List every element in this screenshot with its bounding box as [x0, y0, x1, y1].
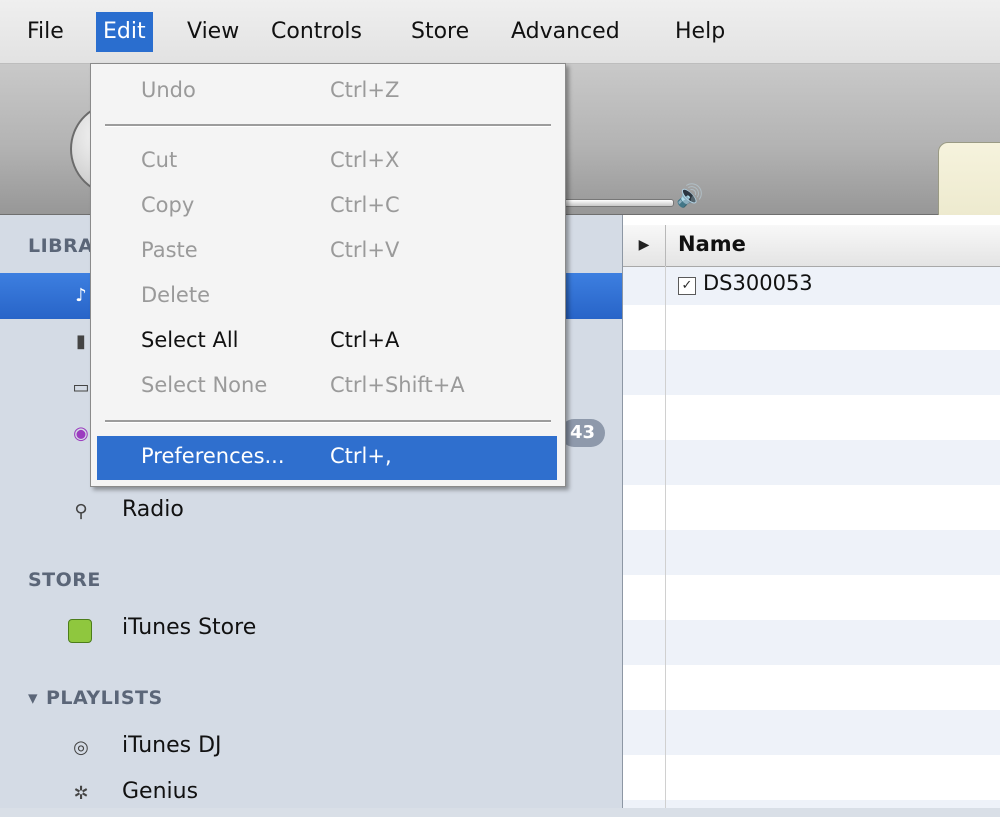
itunes-dj-icon: ◎ — [73, 737, 89, 758]
itunes-dj-label: iTunes DJ — [122, 733, 222, 758]
menu-bar: File Edit View Controls Store Advanced H… — [0, 0, 1000, 64]
menu-advanced[interactable]: Advanced — [504, 12, 627, 52]
edit-menu-dropdown: Undo Ctrl+Z Cut Ctrl+X Copy Ctrl+C Paste… — [90, 63, 566, 487]
genius-atom-icon: ✲ — [73, 783, 89, 804]
menu-file[interactable]: File — [20, 12, 71, 52]
name-column-header[interactable]: Name — [678, 232, 746, 256]
menu-separator — [105, 420, 551, 423]
copy-shortcut: Ctrl+C — [330, 193, 400, 217]
itunes-store-label: iTunes Store — [122, 615, 257, 640]
track-list-header: ▶ Name — [623, 225, 1000, 267]
menu-item-copy[interactable]: Copy Ctrl+C — [97, 185, 557, 229]
column-divider — [665, 266, 666, 808]
sidebar-item-radio[interactable]: ⚲ Radio — [0, 489, 622, 535]
track-checkbox[interactable]: ✓ — [678, 277, 696, 295]
paste-label: Paste — [141, 238, 198, 262]
cut-label: Cut — [141, 148, 178, 172]
store-bag-icon — [68, 619, 92, 643]
menu-store[interactable]: Store — [404, 12, 476, 52]
sidebar-item-itunes-store[interactable]: iTunes Store — [0, 607, 622, 653]
radio-antenna-icon: ⚲ — [74, 501, 88, 522]
speaker-icon: 🔊 — [676, 184, 704, 209]
delete-label: Delete — [141, 283, 210, 307]
track-name: DS300053 — [703, 271, 813, 295]
preferences-shortcut: Ctrl+, — [330, 444, 392, 468]
menu-item-select-none[interactable]: Select None Ctrl+Shift+A — [97, 365, 557, 409]
menu-item-paste[interactable]: Paste Ctrl+V — [97, 230, 557, 274]
menu-item-cut[interactable]: Cut Ctrl+X — [97, 140, 557, 184]
track-row[interactable]: ✓ DS300053 — [623, 267, 1000, 312]
store-header: STORE — [28, 569, 101, 591]
undo-label: Undo — [141, 78, 196, 102]
menu-item-undo[interactable]: Undo Ctrl+Z — [97, 70, 557, 114]
menu-controls[interactable]: Controls — [264, 12, 369, 52]
select-none-shortcut: Ctrl+Shift+A — [330, 373, 465, 397]
expand-column-button[interactable]: ▶ — [623, 225, 666, 266]
sidebar-item-itunes-dj[interactable]: ◎ iTunes DJ — [0, 725, 622, 771]
menu-item-preferences[interactable]: Preferences... Ctrl+, — [97, 436, 557, 480]
menu-edit[interactable]: Edit — [96, 12, 153, 52]
copy-label: Copy — [141, 193, 195, 217]
menu-help[interactable]: Help — [668, 12, 732, 52]
menu-item-delete[interactable]: Delete — [97, 275, 557, 319]
menu-separator — [105, 124, 551, 127]
select-all-shortcut: Ctrl+A — [330, 328, 400, 352]
paste-shortcut: Ctrl+V — [330, 238, 400, 262]
select-all-label: Select All — [141, 328, 239, 352]
sidebar-item-genius[interactable]: ✲ Genius — [0, 771, 622, 817]
preferences-label: Preferences... — [141, 444, 285, 468]
menu-item-select-all[interactable]: Select All Ctrl+A — [97, 320, 557, 364]
playlists-header-label: PLAYLISTS — [46, 687, 163, 709]
genius-label: Genius — [122, 779, 199, 804]
track-list: ▶ Name ✓ DS300053 — [623, 215, 1000, 808]
select-none-label: Select None — [141, 373, 268, 397]
radio-label: Radio — [122, 497, 184, 522]
podcast-count-badge: 43 — [560, 419, 606, 447]
undo-shortcut: Ctrl+Z — [330, 78, 400, 102]
cut-shortcut: Ctrl+X — [330, 148, 400, 172]
menu-view[interactable]: View — [180, 12, 246, 52]
